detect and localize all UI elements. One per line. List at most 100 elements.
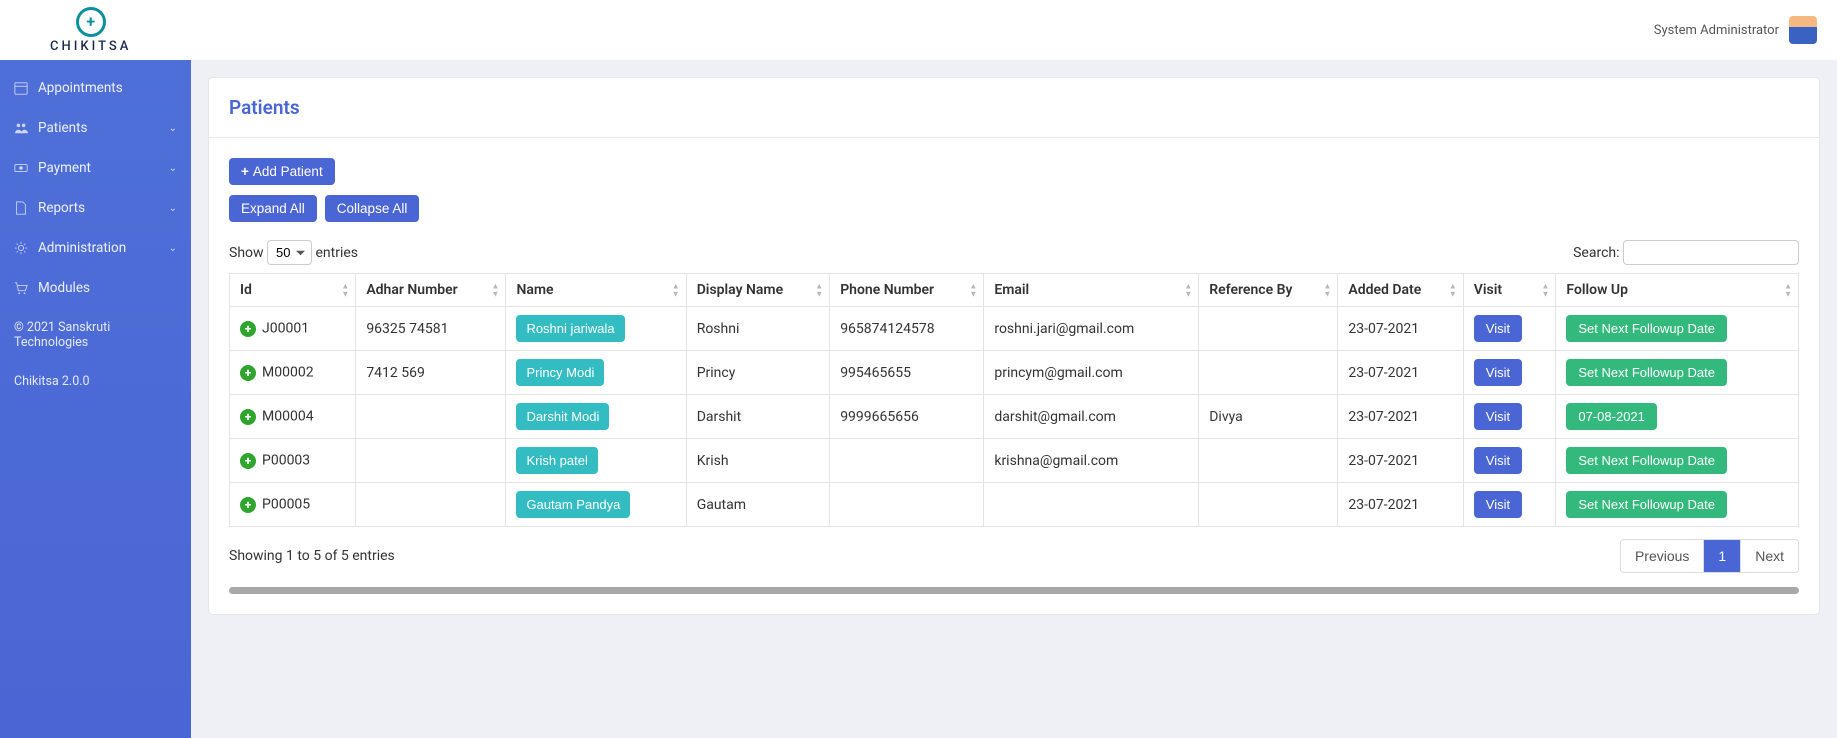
search-label: Search: [1573,245,1619,261]
patient-name-button[interactable]: Darshit Modi [516,403,609,430]
horizontal-scrollbar[interactable] [229,587,1799,594]
cell-adhar: 7412 569 [356,351,506,395]
cell-added: 23-07-2021 [1338,307,1463,351]
sidebar-copyright: © 2021 Sanskruti Technologies [0,308,191,362]
cell-display: Roshni [686,307,830,351]
sidebar-item-reports[interactable]: Reports ⌄ [0,188,191,228]
sort-icon: ▲▼ [672,283,680,298]
visit-button[interactable]: Visit [1474,491,1522,518]
th-name[interactable]: Name▲▼ [506,274,686,307]
sort-icon: ▲▼ [492,283,500,298]
expand-row-icon[interactable]: + [240,409,256,425]
cell-id: +M00002 [230,351,356,395]
cell-ref [1199,351,1338,395]
sidebar-item-administration[interactable]: Administration ⌄ [0,228,191,268]
cell-phone: 965874124578 [830,307,984,351]
sidebar-item-label: Administration [38,240,126,256]
expand-row-icon[interactable]: + [240,321,256,337]
patient-name-button[interactable]: Roshni jariwala [516,315,624,342]
logo-icon: + [76,7,106,37]
patients-card: Patients + Add Patient Expand All Collap… [209,78,1819,614]
cell-ref [1199,483,1338,527]
table-header-row: Id▲▼ Adhar Number▲▼ Name▲▼ Display Name▲… [230,274,1799,307]
avatar-icon[interactable] [1789,16,1817,44]
cell-followup: Set Next Followup Date [1556,483,1799,527]
sidebar-item-label: Modules [38,280,90,296]
table-row: +P00005 Gautam Pandya Gautam 23-07-2021 … [230,483,1799,527]
sort-icon: ▲▼ [1541,283,1549,298]
cell-name: Princy Modi [506,351,686,395]
cell-adhar: 96325 74581 [356,307,506,351]
expand-row-icon[interactable]: + [240,365,256,381]
expand-row-icon[interactable]: + [240,497,256,513]
th-followup[interactable]: Follow Up▲▼ [1556,274,1799,307]
cell-followup: Set Next Followup Date [1556,351,1799,395]
pagination: Previous 1 Next [1620,539,1799,573]
visit-button[interactable]: Visit [1474,447,1522,474]
cell-added: 23-07-2021 [1338,395,1463,439]
visit-button[interactable]: Visit [1474,359,1522,386]
sidebar-item-modules[interactable]: Modules [0,268,191,308]
visit-button[interactable]: Visit [1474,403,1522,430]
sidebar-item-payment[interactable]: Payment ⌄ [0,148,191,188]
sidebar-item-label: Appointments [38,80,123,96]
sidebar-item-appointments[interactable]: Appointments [0,68,191,108]
cell-display: Gautam [686,483,830,527]
followup-button[interactable]: Set Next Followup Date [1566,315,1727,342]
th-phone[interactable]: Phone Number▲▼ [830,274,984,307]
patient-name-button[interactable]: Princy Modi [516,359,604,386]
entries-select[interactable]: 50 [267,240,312,265]
followup-button[interactable]: 07-08-2021 [1566,403,1657,430]
cell-followup: Set Next Followup Date [1556,307,1799,351]
add-patient-button[interactable]: + Add Patient [229,158,335,185]
followup-button[interactable]: Set Next Followup Date [1566,359,1727,386]
followup-button[interactable]: Set Next Followup Date [1566,491,1727,518]
search-control: Search: [1573,240,1799,265]
table-row: +M00002 7412 569 Princy Modi Princy 9954… [230,351,1799,395]
cell-display: Darshit [686,395,830,439]
patient-name-button[interactable]: Gautam Pandya [516,491,630,518]
table-info: Showing 1 to 5 of 5 entries [229,548,395,564]
th-id[interactable]: Id▲▼ [230,274,356,307]
cell-visit: Visit [1463,395,1556,439]
pager-next-button[interactable]: Next [1740,540,1798,572]
cell-id: +J00001 [230,307,356,351]
expand-all-button[interactable]: Expand All [229,195,317,222]
th-display[interactable]: Display Name▲▼ [686,274,830,307]
sidebar-item-patients[interactable]: Patients ⌄ [0,108,191,148]
brand-logo[interactable]: + CHIKITSA [50,7,131,54]
cell-phone [830,483,984,527]
search-input[interactable] [1623,240,1799,265]
cell-visit: Visit [1463,307,1556,351]
brand-text: CHIKITSA [50,39,131,54]
th-visit[interactable]: Visit▲▼ [1463,274,1556,307]
pager-page-1-button[interactable]: 1 [1703,540,1740,572]
cell-followup: 07-08-2021 [1556,395,1799,439]
th-added[interactable]: Added Date▲▼ [1338,274,1463,307]
cell-email: darshit@gmail.com [984,395,1199,439]
cart-icon [14,281,28,295]
calendar-icon [14,81,28,95]
entries-control: Show 50 entries [229,240,358,265]
pager-previous-button[interactable]: Previous [1621,540,1703,572]
table-row: +J00001 96325 74581 Roshni jariwala Rosh… [230,307,1799,351]
cell-visit: Visit [1463,439,1556,483]
expand-row-icon[interactable]: + [240,453,256,469]
cell-name: Roshni jariwala [506,307,686,351]
sort-icon: ▲▼ [341,283,349,298]
cell-added: 23-07-2021 [1338,483,1463,527]
cell-display: Princy [686,351,830,395]
th-adhar[interactable]: Adhar Number▲▼ [356,274,506,307]
th-email[interactable]: Email▲▼ [984,274,1199,307]
th-ref[interactable]: Reference By▲▼ [1199,274,1338,307]
document-icon [14,201,28,215]
patient-name-button[interactable]: Krish patel [516,447,597,474]
collapse-all-button[interactable]: Collapse All [325,195,420,222]
cell-added: 23-07-2021 [1338,351,1463,395]
cell-phone: 995465655 [830,351,984,395]
current-user-name[interactable]: System Administrator [1654,23,1779,38]
followup-button[interactable]: Set Next Followup Date [1566,447,1727,474]
cell-email: roshni.jari@gmail.com [984,307,1199,351]
sort-icon: ▲▼ [969,283,977,298]
visit-button[interactable]: Visit [1474,315,1522,342]
